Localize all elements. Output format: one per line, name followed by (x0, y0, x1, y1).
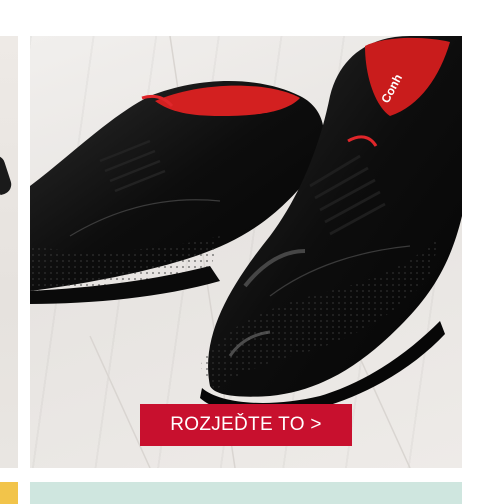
promo-card[interactable]: Conh ROZJEĎTE TO > (30, 36, 462, 468)
cta-button[interactable]: ROZJEĎTE TO > (140, 404, 352, 446)
previous-shoe-image (0, 152, 14, 196)
previous-product-card[interactable] (0, 36, 18, 468)
next-card-top[interactable] (30, 482, 462, 504)
previous-card-bottom[interactable] (0, 482, 18, 504)
